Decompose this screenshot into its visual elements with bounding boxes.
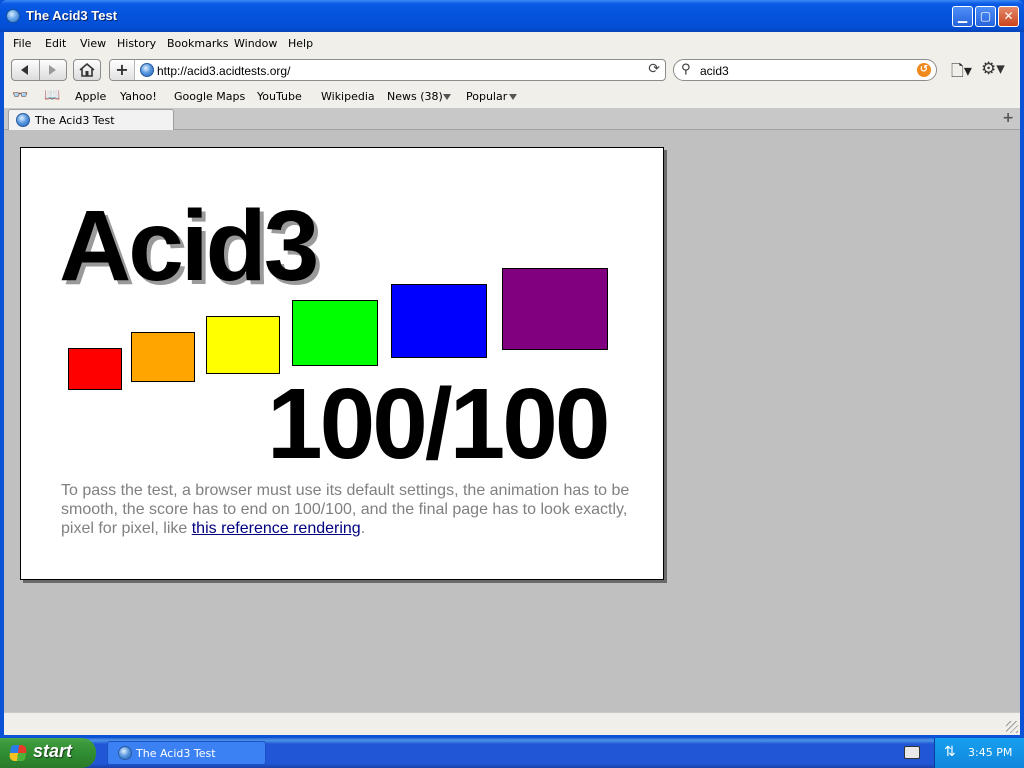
start-label: start (33, 741, 73, 761)
tab-globe-icon (16, 113, 30, 127)
start-button[interactable]: start (0, 738, 96, 768)
status-bar (4, 712, 1020, 735)
clear-search-icon[interactable]: ↺ (917, 63, 931, 77)
bookmark-google-maps[interactable]: Google Maps (174, 90, 245, 103)
tab-label: The Acid3 Test (35, 114, 115, 127)
back-arrow-icon[interactable] (21, 65, 28, 75)
maximize-button[interactable]: ▢ (975, 6, 996, 27)
menu-bookmarks[interactable]: Bookmarks (167, 37, 228, 50)
taskbar-globe-icon (118, 746, 132, 760)
window-title: The Acid3 Test (26, 8, 118, 23)
reload-icon[interactable]: ⟳ (648, 61, 660, 77)
gear-icon[interactable]: ⚙▾ (981, 59, 1005, 79)
navigation-toolbar: + http://acid3.acidtests.org/ ⟳ ⚲ acid3 … (4, 54, 1020, 86)
taskbar-item-label: The Acid3 Test (136, 747, 216, 760)
clock[interactable]: 3:45 PM (968, 746, 1012, 759)
search-icon[interactable]: ⚲ (681, 62, 691, 77)
bookmark-popular[interactable]: Popular (466, 90, 507, 103)
close-button[interactable]: ✕ (998, 6, 1019, 27)
acid3-heading: Acid3 (59, 190, 319, 302)
close-icon: ✕ (1003, 9, 1014, 23)
bucket-purple (502, 268, 608, 350)
bookmarks-bar: 👓 📖 Apple Yahoo! Google Maps YouTube Wik… (4, 86, 1020, 108)
bookmark-apple[interactable]: Apple (75, 90, 106, 103)
bookmark-youtube[interactable]: YouTube (257, 90, 302, 103)
bucket-green (292, 300, 378, 366)
search-input[interactable]: acid3 (700, 64, 729, 78)
tab-acid3[interactable]: The Acid3 Test (8, 109, 174, 130)
browser-window: The Acid3 Test ▁ ▢ ✕ File Edit View Hist… (0, 0, 1024, 738)
test-description: To pass the test, a browser must use its… (61, 481, 631, 538)
browser-client: File Edit View History Bookmarks Window … (4, 32, 1020, 735)
minimize-button[interactable]: ▁ (952, 6, 973, 27)
menu-history[interactable]: History (117, 37, 156, 50)
taskbar-item-acid3[interactable]: The Acid3 Test (107, 741, 266, 765)
reader-glasses-icon[interactable]: 👓 (12, 88, 28, 103)
forward-arrow-icon[interactable] (49, 65, 56, 75)
system-tray: ⇅ 3:45 PM (934, 738, 1024, 768)
tab-bar: The Acid3 Test + (4, 108, 1020, 130)
keyboard-icon[interactable] (904, 746, 920, 759)
bucket-orange (131, 332, 195, 382)
book-icon[interactable]: 📖 (44, 88, 60, 103)
bookmark-yahoo[interactable]: Yahoo! (120, 90, 157, 103)
new-tab-icon[interactable]: + (1002, 110, 1014, 126)
back-forward-group (11, 59, 67, 81)
network-icon[interactable]: ⇅ (944, 744, 959, 761)
score-value: 100/100 (267, 368, 610, 480)
acid3-box: Acid3 100/100 To pass the test, a browse… (20, 147, 664, 580)
site-globe-icon (140, 63, 154, 77)
url-text[interactable]: http://acid3.acidtests.org/ (157, 64, 290, 78)
bookmark-wikipedia[interactable]: Wikipedia (321, 90, 375, 103)
minimize-icon: ▁ (957, 9, 968, 23)
bucket-blue (391, 284, 487, 358)
description-suffix: . (360, 520, 366, 537)
bookmark-news[interactable]: News (38) (387, 90, 443, 103)
menu-window[interactable]: Window (234, 37, 277, 50)
title-bar[interactable]: The Acid3 Test ▁ ▢ ✕ (0, 0, 1024, 32)
add-bookmark-button[interactable]: + (110, 60, 135, 80)
resize-grip-icon[interactable] (1006, 721, 1018, 733)
windows-flag-icon (8, 745, 28, 761)
menu-help[interactable]: Help (288, 37, 313, 50)
popular-dropdown-icon[interactable] (509, 94, 517, 100)
menu-edit[interactable]: Edit (45, 37, 66, 50)
maximize-icon: ▢ (979, 9, 992, 23)
globe-icon (6, 9, 20, 23)
news-dropdown-icon[interactable] (443, 94, 451, 100)
address-bar[interactable]: + http://acid3.acidtests.org/ ⟳ (109, 59, 666, 81)
menu-file[interactable]: File (13, 37, 31, 50)
page-menu-icon[interactable]: 🗋▾ (951, 60, 972, 87)
menu-bar: File Edit View History Bookmarks Window … (4, 32, 1020, 54)
search-field[interactable]: ⚲ acid3 ↺ (673, 59, 937, 81)
bucket-yellow (206, 316, 280, 374)
menu-view[interactable]: View (80, 37, 106, 50)
taskbar: start The Acid3 Test ⇅ 3:45 PM (0, 738, 1024, 768)
home-button[interactable] (73, 59, 101, 81)
bucket-red (68, 348, 122, 390)
page-content: Acid3 100/100 To pass the test, a browse… (4, 130, 1020, 712)
reference-rendering-link[interactable]: this reference rendering (192, 520, 361, 537)
home-icon (79, 62, 95, 77)
